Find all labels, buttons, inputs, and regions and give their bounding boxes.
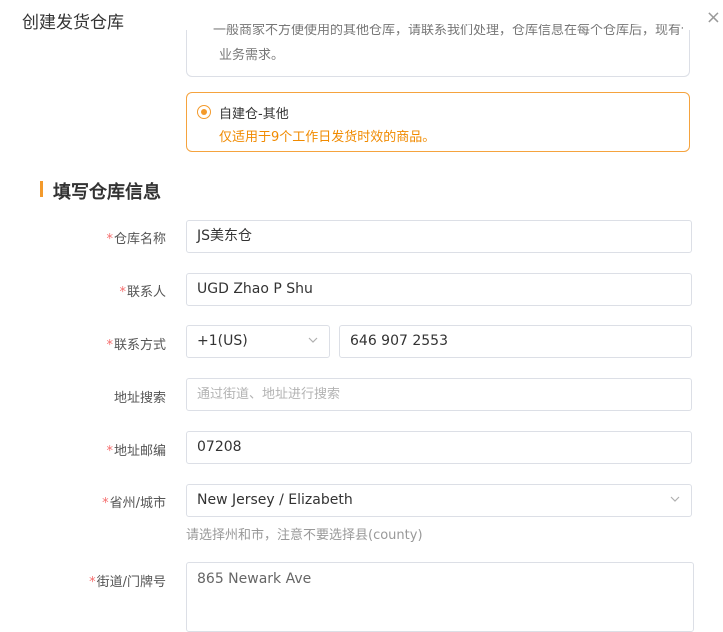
phone-number-input[interactable]: 646 907 2553: [339, 325, 692, 358]
phone-label: *联系方式: [106, 338, 166, 353]
zip-input[interactable]: 07208: [186, 431, 692, 464]
radio-selected-icon[interactable]: [197, 105, 211, 119]
section-title: 填写仓库信息: [53, 182, 161, 203]
required-mark: *: [106, 444, 113, 459]
state-city-label: *省州/城市: [102, 496, 166, 511]
state-city-value: New Jersey / Elizabeth: [197, 492, 353, 508]
address-search-label: 地址搜索: [113, 391, 166, 406]
state-city-hint: 请选择州和市，注意不要选择县(county): [186, 528, 423, 543]
country-code-select[interactable]: +1(US): [186, 325, 330, 358]
required-mark: *: [106, 232, 113, 247]
warehouse-name-label: *仓库名称: [106, 232, 166, 247]
required-mark: *: [102, 496, 109, 511]
warehouse-option-card-partial[interactable]: 一般商家不方便使用的其他仓库，请联系我们处理，仓库信息在每个仓库后，现有仓库不能…: [186, 24, 690, 77]
option-partial-text-line2: 业务需求。: [219, 48, 285, 63]
required-mark: *: [89, 575, 96, 590]
street-label: *街道/门牌号: [89, 575, 166, 590]
chevron-down-icon: [670, 496, 680, 502]
required-mark: *: [106, 338, 113, 353]
address-search-input[interactable]: 通过街道、地址进行搜索: [186, 378, 692, 411]
option-description: 仅适用于9个工作日发货时效的商品。: [219, 130, 436, 145]
country-code-value: +1(US): [197, 333, 248, 349]
contact-input[interactable]: UGD Zhao P Shu: [186, 273, 692, 306]
state-city-select[interactable]: New Jersey / Elizabeth: [186, 484, 692, 517]
section-accent-bar: [40, 181, 43, 197]
zip-label: *地址邮编: [106, 444, 166, 459]
address-search-placeholder: 通过街道、地址进行搜索: [197, 387, 341, 402]
option-partial-text-line1: 一般商家不方便使用的其他仓库，请联系我们处理，仓库信息在每个仓库后，现有仓库不能…: [213, 24, 683, 38]
street-textarea[interactable]: 865 Newark Ave: [186, 562, 694, 632]
contact-label: *联系人: [119, 285, 166, 300]
option-label: 自建仓-其他: [219, 107, 289, 122]
warehouse-option-card-selected[interactable]: 自建仓-其他 仅适用于9个工作日发货时效的商品。: [186, 92, 690, 152]
required-mark: *: [119, 285, 126, 300]
chevron-down-icon: [308, 337, 318, 343]
close-icon[interactable]: ×: [706, 8, 721, 28]
dialog-title: 创建发货仓库: [22, 13, 124, 33]
warehouse-name-input[interactable]: JS美东仓: [186, 220, 692, 253]
